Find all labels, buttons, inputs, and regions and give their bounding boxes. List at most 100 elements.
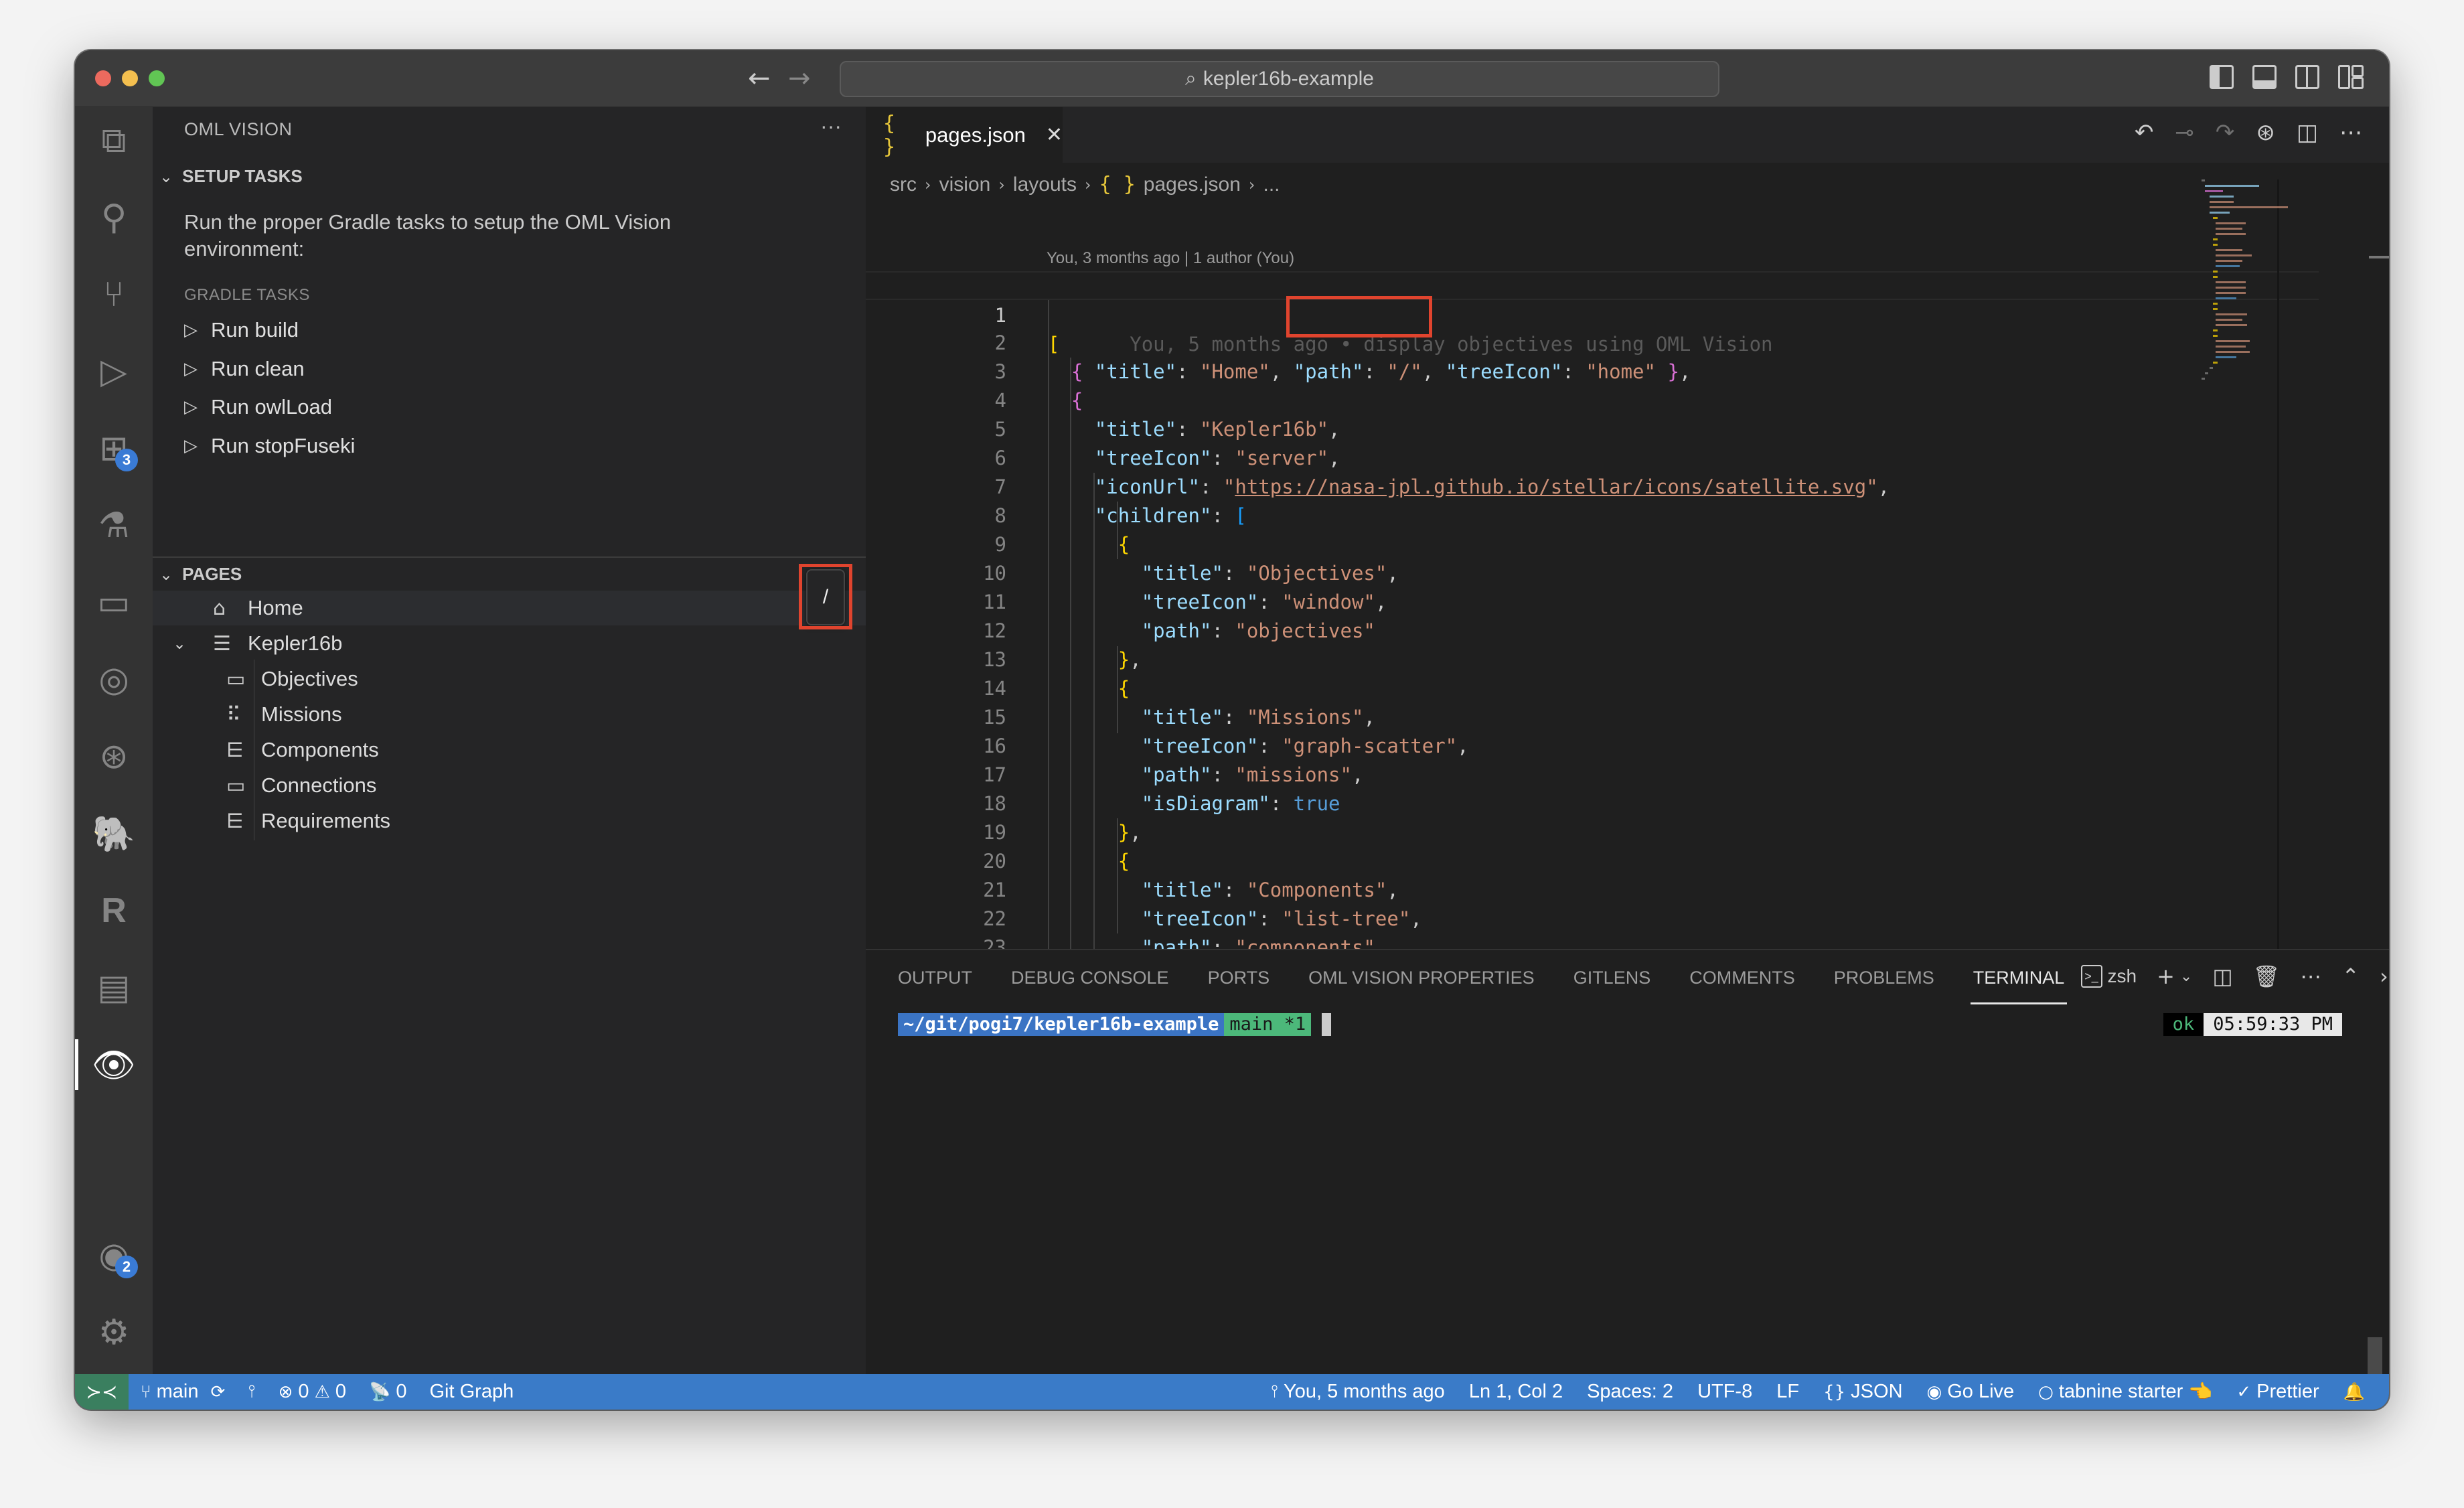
code-line-8: 8 {	[866, 473, 2319, 556]
r-button[interactable]: R	[75, 877, 153, 944]
encoding[interactable]: UTF-8	[1697, 1381, 1752, 1403]
oml-vision-button[interactable]: 👁	[75, 1031, 153, 1098]
tree-item-missions[interactable]: ⠯ Missions	[153, 697, 866, 732]
new-terminal-icon[interactable]: +	[2157, 964, 2175, 989]
trash-icon[interactable]: 🗑	[2253, 964, 2281, 989]
run-owlload-task[interactable]: ▷ Run owlLoad	[184, 395, 332, 419]
breadcrumb-item[interactable]: vision	[939, 173, 991, 196]
notifications-button[interactable]: 🔔	[2343, 1382, 2365, 1402]
tree-item-objectives[interactable]: ▭ Objectives	[153, 662, 866, 696]
more-actions-icon[interactable]: ⋯	[2300, 964, 2321, 989]
run-build-task[interactable]: ▷ Run build	[184, 318, 299, 342]
vertical-scrollbar[interactable]	[2369, 256, 2389, 258]
chevron-down-icon[interactable]: ⌄	[2180, 968, 2192, 985]
breadcrumb-item[interactable]: ...	[1263, 173, 1280, 196]
customize-layout-icon[interactable]	[2338, 65, 2364, 89]
tab-comments[interactable]: COMMENTS	[1689, 968, 1795, 999]
close-panel-icon[interactable]: ›	[2380, 964, 2389, 989]
language-mode[interactable]: {} JSON	[1823, 1381, 1902, 1403]
branch-indicator[interactable]: ⑂ main ⟳	[141, 1381, 225, 1403]
setup-tasks-header[interactable]: ⌄ SETUP TASKS	[159, 166, 303, 187]
breadcrumb-item[interactable]: layouts	[1013, 173, 1077, 196]
breadcrumb-item[interactable]: src	[890, 173, 917, 196]
minimap-line	[2216, 292, 2246, 294]
git-compare-button[interactable]: ⫯	[248, 1381, 255, 1402]
close-icon[interactable]: ✕	[1046, 123, 1063, 147]
gitlens-inspect-button[interactable]: ◎	[75, 646, 153, 713]
search-icon: ⚲	[100, 198, 127, 238]
previous-change-icon[interactable]: ↶	[2135, 119, 2154, 146]
blame-indicator[interactable]: ⫯ You, 5 months ago	[1271, 1381, 1445, 1403]
explorer-button[interactable]: ⧉	[75, 107, 153, 174]
more-actions-icon[interactable]: ⋯	[2339, 119, 2362, 146]
split-terminal-icon[interactable]: ◫	[2212, 964, 2232, 989]
code-line-4: 4 "title": "Kepler16b",	[866, 358, 2319, 441]
split-editor-icon[interactable]: ◫	[2297, 119, 2318, 146]
minimap[interactable]	[2198, 179, 2359, 883]
next-change-icon[interactable]: ↷	[2216, 119, 2235, 146]
maximize-panel-icon[interactable]: ⌃	[2341, 964, 2360, 989]
tab-problems[interactable]: PROBLEMS	[1834, 968, 1934, 999]
close-window-button[interactable]	[95, 70, 111, 86]
tab-debug-console[interactable]: DEBUG CONSOLE	[1011, 968, 1169, 999]
forward-arrow-icon[interactable]: →	[788, 62, 811, 94]
indentation[interactable]: Spaces: 2	[1587, 1381, 1673, 1403]
terminal-prompt[interactable]: ~/git/pogi7/kepler16b-example main *1	[898, 1013, 1332, 1036]
tabnine-indicator[interactable]: ○ tabnine starter 👈	[2038, 1381, 2212, 1404]
codelens-blame[interactable]: You, 3 months ago | 1 author (You)	[1047, 249, 1294, 268]
cursor-position[interactable]: Ln 1, Col 2	[1469, 1381, 1563, 1403]
run-clean-task[interactable]: ▷ Run clean	[184, 357, 305, 381]
breadcrumb-item[interactable]: pages.json	[1144, 173, 1241, 196]
minimap-line	[2216, 346, 2246, 348]
manage-button[interactable]: ⚙	[75, 1299, 153, 1366]
sparql-notebook-button[interactable]: ▤	[75, 954, 153, 1021]
remote-indicator[interactable]: ≻≺	[75, 1374, 129, 1410]
toggle-panel-icon[interactable]	[2252, 65, 2277, 89]
terminal-shell-selector[interactable]: >_ zsh	[2080, 965, 2137, 988]
tab-ports[interactable]: PORTS	[1208, 968, 1270, 999]
remote-explorer-button[interactable]: ▭	[75, 569, 153, 636]
ports-indicator[interactable]: 📡 0	[369, 1381, 407, 1403]
minimize-window-button[interactable]	[122, 70, 138, 86]
pages-header[interactable]: ⌄ PAGES	[159, 564, 242, 585]
end-of-line[interactable]: LF	[1776, 1381, 1799, 1403]
extensions-button[interactable]: ⊞ 3	[75, 415, 153, 482]
tree-item-home[interactable]: ⌂ Home	[153, 591, 866, 625]
tree-item-kepler16b[interactable]: ⌄ ☰ Kepler16b	[153, 626, 866, 661]
json-file-icon: { }	[883, 111, 896, 159]
minimap-line	[2212, 217, 2218, 219]
prettier-indicator[interactable]: ✓ Prettier	[2236, 1381, 2319, 1403]
go-live-button[interactable]: ◉ Go Live	[1927, 1381, 2015, 1403]
search-button[interactable]: ⚲	[75, 184, 153, 251]
toggle-primary-sidebar-icon[interactable]	[2210, 65, 2234, 89]
gradle-button[interactable]: 🐘	[75, 800, 153, 867]
tab-terminal[interactable]: TERMINAL	[1970, 968, 2067, 1004]
exit-status: ok	[2163, 1013, 2204, 1036]
minimap-line	[2209, 201, 2234, 203]
tree-item-components[interactable]: ⋿ Components	[153, 733, 866, 767]
git-graph-button[interactable]: Git Graph	[429, 1381, 514, 1403]
tab-pages-json[interactable]: { } pages.json ✕	[866, 107, 1063, 163]
run-stopfuseki-task[interactable]: ▷ Run stopFuseki	[184, 434, 355, 458]
maximize-window-button[interactable]	[149, 70, 165, 86]
back-arrow-icon[interactable]: ←	[748, 62, 771, 94]
more-actions-icon[interactable]: ···	[820, 114, 842, 139]
command-center-search[interactable]: ⌕ kepler16b-example	[840, 61, 1719, 97]
testing-button[interactable]: ⚗	[75, 492, 153, 559]
tab-oml-vision-properties[interactable]: OML VISION PROPERTIES	[1308, 968, 1535, 999]
chevron-down-icon[interactable]: ⌄	[173, 634, 186, 653]
run-debug-button[interactable]: ▷	[75, 338, 153, 405]
tab-output[interactable]: OUTPUT	[898, 968, 972, 999]
gitlens-button[interactable]: ⊛	[75, 723, 153, 790]
tree-item-connections[interactable]: ▭ Connections	[153, 768, 866, 803]
source-control-button[interactable]: ⑂	[75, 261, 153, 328]
tree-item-requirements[interactable]: ⋿ Requirements	[153, 804, 866, 838]
minimap-line	[2209, 206, 2288, 208]
sync-icon[interactable]: ⟳	[210, 1382, 225, 1402]
git-graph-icon[interactable]: ⊛	[2256, 119, 2275, 146]
toggle-secondary-sidebar-icon[interactable]	[2295, 65, 2319, 89]
accounts-button[interactable]: ◉ 2	[75, 1222, 153, 1289]
problems-indicator[interactable]: ⊗ 0 ⚠ 0	[279, 1381, 346, 1403]
commit-icon[interactable]: ⊸	[2175, 119, 2194, 146]
tab-gitlens[interactable]: GITLENS	[1573, 968, 1651, 999]
